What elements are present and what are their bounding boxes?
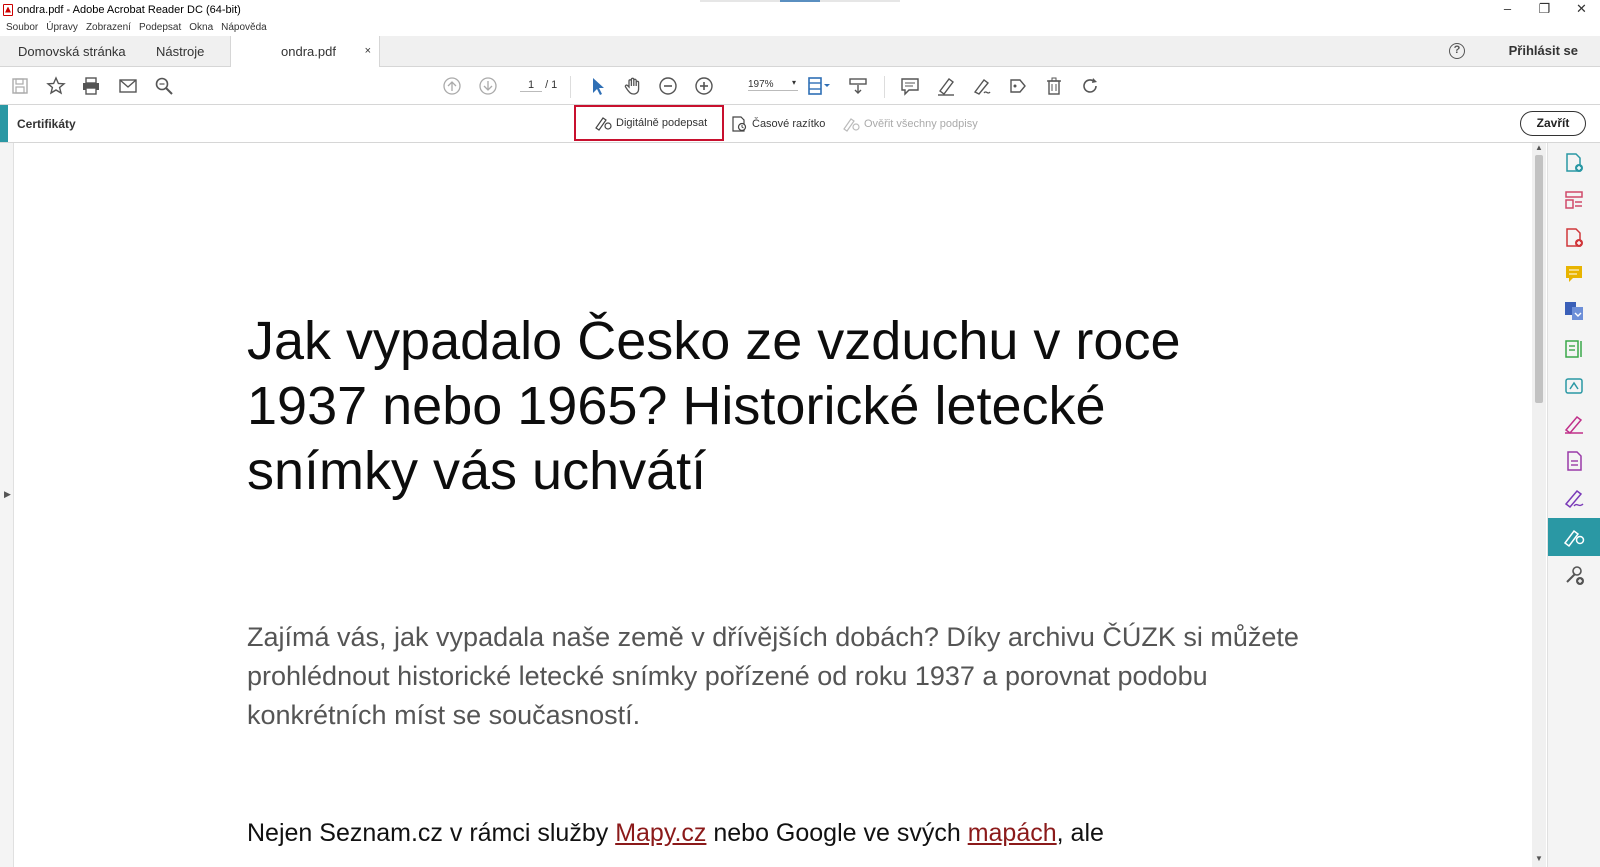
vertical-scrollbar[interactable]: ▲ ▼ [1532, 143, 1546, 867]
menu-window[interactable]: Okna [189, 22, 213, 33]
edit-pdf-icon[interactable] [1562, 337, 1586, 361]
create-pdf-icon[interactable] [1562, 226, 1586, 250]
tab-document-label: ondra.pdf [281, 44, 336, 59]
page-fit-icon[interactable] [806, 76, 832, 96]
restore-button[interactable]: ❐ [1526, 0, 1563, 19]
menu-view[interactable]: Zobrazení [86, 22, 131, 33]
menu-file[interactable]: Soubor [6, 22, 38, 33]
timestamp-label: Časové razítko [752, 118, 826, 130]
acrobat-app-icon [3, 3, 13, 16]
body-text: Nejen Seznam.cz v rámci služby [247, 819, 616, 847]
toolbar-divider [884, 76, 885, 98]
help-icon[interactable]: ? [1449, 43, 1465, 59]
article-body: Nejen Seznam.cz v rámci služby Mapy.cz n… [247, 815, 1347, 851]
mapy-link[interactable]: Mapy.cz [615, 819, 706, 847]
tab-tools[interactable]: Nástroje [140, 36, 230, 66]
rotate-icon[interactable] [1080, 76, 1100, 96]
sign-icon[interactable] [1562, 486, 1586, 510]
organize-pages-icon[interactable] [1562, 188, 1586, 212]
select-cursor-icon[interactable] [588, 76, 608, 96]
scroll-down-icon[interactable]: ▼ [1535, 854, 1543, 863]
body-text: nebo Google ve svých [706, 819, 968, 847]
print-icon[interactable] [81, 76, 101, 96]
certificates-toolbar: Certifikáty Digitálně podepsat Časové ra… [0, 105, 1600, 143]
expand-left-panel-icon[interactable]: ▶ [4, 489, 11, 500]
zoom-level-select[interactable]: 197% ▾ [748, 78, 798, 91]
menu-sign[interactable]: Podepsat [139, 22, 181, 33]
left-panel-toggle[interactable]: ▶ [0, 143, 14, 867]
timestamp-icon [732, 116, 747, 132]
main-toolbar: 1 / 1 197% ▾ [0, 67, 1600, 105]
toolbar-divider [570, 76, 571, 98]
tab-home[interactable]: Domovská stránka [0, 36, 140, 66]
minimize-button[interactable]: – [1489, 0, 1526, 19]
zoom-out-icon[interactable] [658, 76, 678, 96]
timestamp-button[interactable]: Časové razítko [730, 116, 825, 132]
more-tools-icon[interactable] [1562, 563, 1586, 587]
zoom-level-value: 197% [748, 79, 774, 90]
export-pdf-icon[interactable] [1562, 151, 1586, 175]
email-icon[interactable] [118, 76, 138, 96]
body-text: , ale [1056, 819, 1104, 847]
right-tools-panel [1547, 143, 1600, 867]
article-lead: Zajímá vás, jak vypadala naše země v dří… [247, 622, 1299, 730]
menu-help[interactable]: Nápověda [221, 22, 267, 33]
certificates-icon[interactable] [1562, 525, 1586, 549]
digitally-sign-label: Digitálně podepsat [616, 117, 708, 129]
verify-signatures-label: Ověřit všechny podpisy [864, 118, 978, 130]
verify-signatures-button[interactable]: Ověřit všechny podpisy [842, 116, 978, 132]
comment-tool-icon[interactable] [1562, 262, 1586, 286]
page-number-input[interactable]: 1 [520, 79, 542, 92]
certificates-title: Certifikáty [17, 117, 76, 131]
delete-icon[interactable] [1044, 76, 1064, 96]
page-total: / 1 [545, 79, 558, 91]
zoom-dropdown-icon: ▾ [791, 78, 796, 87]
combine-files-icon[interactable] [1562, 299, 1586, 323]
comment-icon[interactable] [900, 76, 920, 96]
page-navigator: 1 / 1 [520, 79, 557, 92]
close-tool-button[interactable]: Zavřít [1520, 111, 1586, 136]
tab-document[interactable]: ondra.pdf × [230, 36, 380, 67]
window-title: ondra.pdf - Adobe Acrobat Reader DC (64-… [17, 3, 241, 16]
next-page-icon[interactable] [478, 76, 498, 96]
verify-signatures-icon [843, 118, 860, 132]
fill-sign-tool-icon[interactable] [1562, 412, 1586, 436]
certificates-accent-bar [0, 105, 8, 142]
tab-bar: Domovská stránka Nástroje ondra.pdf × [0, 36, 1600, 67]
loading-progress-bar [700, 0, 900, 2]
scroll-mode-icon[interactable] [848, 76, 868, 96]
bookmark-star-icon[interactable] [46, 76, 66, 96]
menu-bar: Soubor Úpravy Zobrazení Podepsat Okna Ná… [0, 19, 1600, 36]
tab-close-icon[interactable]: × [365, 45, 371, 57]
article-headline: Jak vypadalo Česko ze vzduchu v roce 193… [247, 311, 1181, 501]
menu-edit[interactable]: Úpravy [46, 22, 78, 33]
highlight-pen-icon[interactable] [936, 76, 956, 96]
protect-icon[interactable] [1562, 449, 1586, 473]
mapach-link[interactable]: mapách [968, 819, 1057, 847]
close-window-button[interactable]: ✕ [1563, 0, 1600, 19]
send-for-review-icon[interactable] [1562, 374, 1586, 398]
search-icon[interactable] [154, 76, 174, 96]
hand-tool-icon[interactable] [623, 76, 643, 96]
title-bar: ondra.pdf - Adobe Acrobat Reader DC (64-… [0, 0, 1600, 19]
scroll-up-icon[interactable]: ▲ [1535, 143, 1543, 152]
previous-page-icon[interactable] [442, 76, 462, 96]
digital-sign-icon [595, 117, 612, 131]
digitally-sign-button[interactable]: Digitálně podepsat [574, 105, 724, 141]
pdf-page: Jak vypadalo Česko ze vzduchu v roce 193… [15, 143, 1545, 867]
save-icon[interactable] [10, 76, 30, 96]
sign-in-button[interactable]: Přihlásit se [1509, 43, 1578, 58]
edit-tags-icon[interactable] [1008, 76, 1028, 96]
fill-sign-icon[interactable] [972, 76, 992, 96]
zoom-in-icon[interactable] [694, 76, 714, 96]
scrollbar-thumb[interactable] [1535, 155, 1543, 403]
